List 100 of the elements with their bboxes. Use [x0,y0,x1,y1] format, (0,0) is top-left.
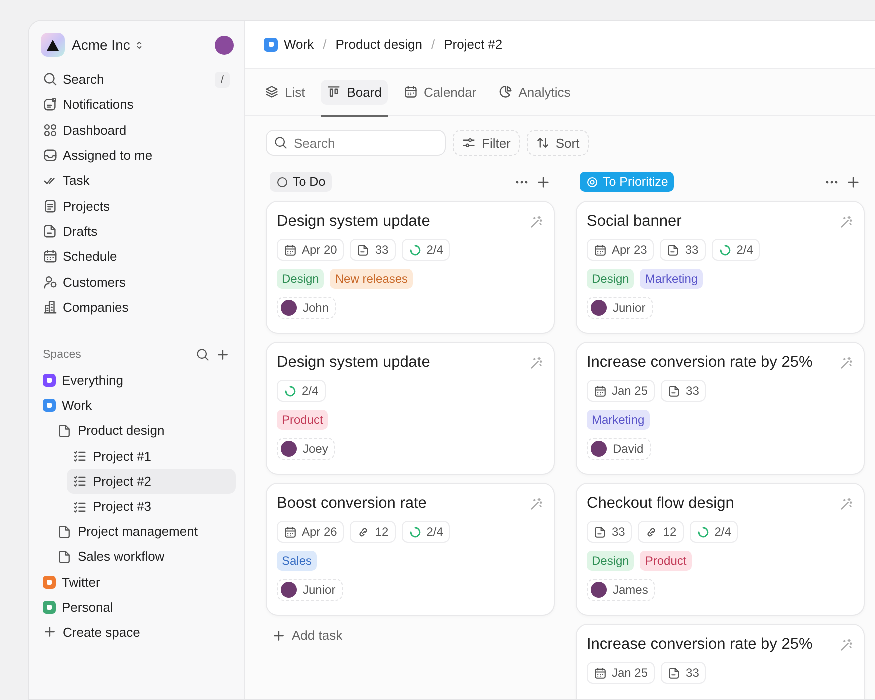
add-button[interactable] [216,348,230,362]
add-task-button[interactable]: Add task [266,624,555,647]
task-card[interactable]: Increase conversion rate by 25% Jan 25 33 Marketing David [576,342,865,475]
nav-item[interactable]: Task [37,168,236,194]
task-card[interactable]: Boost conversion rate Apr 26 12 2/4 Sales Junior [266,483,555,616]
user-avatar[interactable] [215,36,234,54]
building-icon [43,300,58,315]
sort-button[interactable]: Sort [526,130,589,156]
space-item[interactable]: Work [37,393,236,418]
task-card[interactable]: Design system update Apr 20 33 2/4 Design New releases John [266,201,555,334]
space-item[interactable]: Everything [37,368,236,394]
avatar [591,441,607,457]
space-item[interactable]: Project #1 [67,444,236,469]
task-card[interactable]: Design system update 2/4 Product Joey [266,342,555,475]
target-icon [586,176,599,188]
shortcut-key: / [214,72,230,88]
magic-wand-icon [839,214,854,230]
task-title: Boost conversion rate [277,495,427,513]
nav-item[interactable]: Dashboard [37,118,236,143]
magic-wand-icon [839,356,854,370]
assignee-chip[interactable]: Junior [587,297,653,319]
meta-chip: 33 [587,521,632,543]
task-card[interactable]: Social banner Apr 23 33 2/4 Design Marketing Junior [576,201,865,334]
checklist-icon [73,449,87,464]
progress-ring-icon [408,526,422,538]
assignee-chip[interactable]: John [277,297,336,319]
meta-chip: 12 [638,521,684,543]
meta-chip: Apr 26 [277,521,344,543]
search-field[interactable]: Search [266,130,446,156]
space-item[interactable]: Product design [52,418,236,444]
meta-chip: 2/4 [402,521,450,543]
magic-wand-icon [529,496,544,512]
nav-item[interactable]: Customers [37,269,236,295]
add-button[interactable] [846,174,861,190]
draft-icon [43,224,58,239]
space-item[interactable]: Project management [52,519,236,544]
nav-item[interactable]: Notifications [37,92,236,118]
nav-item[interactable]: Assigned to me [37,142,236,168]
tag: New releases [330,269,414,289]
meta-chip: 2/4 [277,380,326,402]
status-badge: To Prioritize [580,172,674,192]
task-card[interactable]: Increase conversion rate by 25% Jan 25 33 [576,624,865,699]
space-item[interactable]: Twitter [37,569,236,595]
tag: Marketing [587,410,650,430]
assignee-chip[interactable]: Junior [277,579,343,601]
folder-icon [58,424,72,438]
calendar-icon [284,244,297,256]
more-icon [826,180,838,184]
workspace-switcher[interactable]: Acme Inc [72,37,146,53]
nav-item[interactable]: Projects [37,193,236,219]
tag: Marketing [640,269,704,289]
calendar-icon [594,384,607,398]
view-tab[interactable]: List [259,80,312,104]
meta-chip: 33 [660,239,706,261]
task-title: Social banner [587,213,682,231]
view-tab[interactable]: Analytics [492,80,577,104]
meta-chip: 33 [350,239,396,261]
nav-item[interactable]: Search / [37,67,236,92]
link-icon [357,526,370,538]
filter-button[interactable]: Filter [453,130,520,156]
add-button[interactable] [536,174,551,190]
magic-wand-icon [839,638,854,652]
plus-icon [846,174,861,190]
file-icon [668,666,682,680]
avatar [281,300,297,316]
users-icon [43,274,58,290]
meta-chip: 33 [661,662,706,684]
assignee-chip[interactable]: Joey [277,438,336,460]
assignee-chip[interactable]: David [587,438,651,460]
avatar [591,300,607,316]
nav-item[interactable]: Drafts [37,218,236,244]
task-title: Increase conversion rate by 25% [587,354,813,372]
breadcrumb-link[interactable]: Product design [336,37,422,52]
breadcrumb-separator: / [323,37,327,52]
pie-chart-icon [498,85,513,99]
breadcrumb-link[interactable]: Project #2 [444,37,503,52]
space-item[interactable]: Project #3 [67,494,236,520]
search-icon [196,348,210,362]
link-icon [645,526,658,538]
task-title: Increase conversion rate by 25% [587,636,813,654]
task-card[interactable]: Checkout flow design 33 12 2/4 Design Product James [576,483,865,616]
sliders-icon [462,136,476,150]
meta-chip: 2/4 [712,239,760,261]
avatar [281,582,297,598]
more-button[interactable] [826,180,838,184]
task-title: Checkout flow design [587,495,734,513]
breadcrumb-link[interactable]: Work [264,37,314,52]
progress-ring-icon [718,244,732,256]
space-item[interactable]: Sales workflow [52,544,236,570]
more-button[interactable] [516,180,528,184]
nav-item[interactable]: Schedule [37,244,236,270]
nav-item[interactable]: Companies [37,294,236,320]
create-space-button[interactable]: Create space [37,620,236,646]
meta-chip: 2/4 [402,239,450,261]
assignee-chip[interactable]: James [587,579,656,601]
search-button[interactable] [196,348,210,362]
tag: Product [640,551,692,571]
space-item[interactable]: Project #2 [67,468,236,494]
view-tab[interactable]: Calendar [398,80,483,104]
space-item[interactable]: Personal [37,594,236,620]
